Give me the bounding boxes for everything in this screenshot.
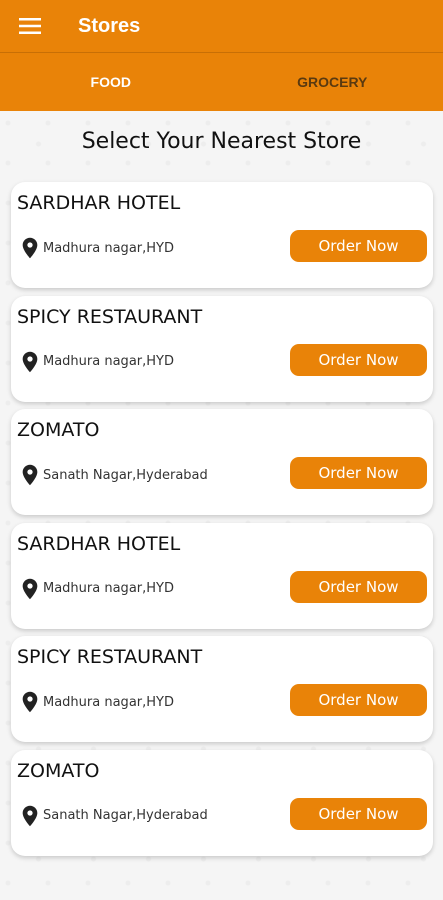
store-address: Sanath Nagar,Hyderabad	[43, 467, 208, 483]
location-pin-icon	[22, 464, 38, 486]
store-address: Madhura nagar,HYD	[43, 240, 174, 256]
store-address: Madhura nagar,HYD	[43, 354, 174, 369]
store-card[interactable]: SARDHAR HOTEL Madhura nagar,HYD Order No…	[11, 522, 433, 629]
store-address: Madhura nagar,HYD	[43, 581, 174, 596]
page-title: Stores	[78, 14, 141, 37]
store-list-screen: Select Your Nearest Store SARDHAR HOTEL …	[0, 111, 443, 900]
order-now-button[interactable]: Order Now	[290, 684, 427, 716]
store-location: Madhura nagar,HYD	[21, 237, 174, 259]
location-pin-icon	[22, 351, 38, 372]
store-name: SPICY RESTAURANT	[17, 305, 203, 328]
store-location: Madhura nagar,HYD	[21, 691, 174, 713]
order-now-button[interactable]: Order Now	[290, 343, 427, 376]
store-address: Sanath Nagar,Hyderabad	[43, 808, 208, 823]
app-bar: Stores	[0, 0, 443, 52]
store-location: Madhura nagar,HYD	[21, 578, 174, 600]
tab-food[interactable]: FOOD	[0, 53, 222, 111]
store-card[interactable]: SARDHAR HOTEL Madhura nagar,HYD Order No…	[11, 182, 433, 288]
tab-bar: FOOD GROCERY	[0, 53, 443, 111]
store-name: ZOMATO	[17, 759, 100, 782]
section-heading: Select Your Nearest Store	[81, 129, 362, 154]
order-now-button[interactable]: Order Now	[290, 230, 427, 262]
location-pin-icon	[22, 691, 38, 713]
order-now-button[interactable]: Order Now	[290, 797, 427, 830]
location-pin-icon	[22, 805, 38, 826]
store-location: Sanath Nagar,Hyderabad	[21, 464, 208, 486]
store-card[interactable]: ZOMATO Sanath Nagar,Hyderabad Order Now	[11, 409, 433, 515]
store-list: SARDHAR HOTEL Madhura nagar,HYD Order No…	[11, 182, 433, 863]
store-location: Madhura nagar,HYD	[21, 351, 174, 373]
store-name: ZOMATO	[17, 419, 100, 441]
store-address: Madhura nagar,HYD	[43, 694, 174, 710]
store-card[interactable]: SPICY RESTAURANT Madhura nagar,HYD Order…	[11, 295, 433, 402]
location-pin-icon	[22, 237, 38, 259]
store-name: SARDHAR HOTEL	[17, 532, 181, 555]
location-pin-icon	[22, 578, 38, 599]
store-name: SARDHAR HOTEL	[17, 192, 181, 214]
store-name: SPICY RESTAURANT	[17, 646, 203, 668]
store-location: Sanath Nagar,Hyderabad	[21, 805, 208, 827]
tab-grocery[interactable]: GROCERY	[222, 53, 443, 111]
store-card[interactable]: ZOMATO Sanath Nagar,Hyderabad Order Now	[11, 749, 433, 856]
order-now-button[interactable]: Order Now	[290, 570, 427, 603]
menu-icon[interactable]	[0, 0, 60, 52]
order-now-button[interactable]: Order Now	[290, 457, 427, 489]
store-card[interactable]: SPICY RESTAURANT Madhura nagar,HYD Order…	[11, 636, 433, 742]
